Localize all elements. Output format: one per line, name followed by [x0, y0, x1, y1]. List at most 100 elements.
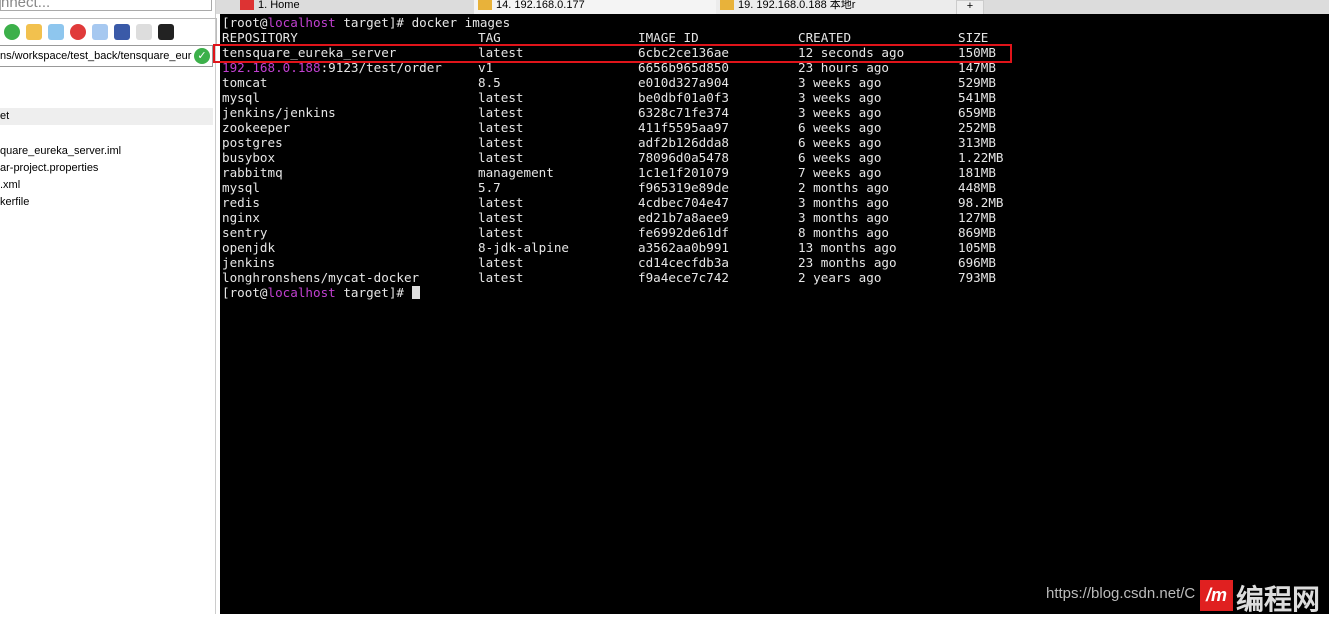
- cell: 7 weeks ago: [798, 165, 882, 180]
- cell: mysql: [222, 180, 260, 195]
- cell: 529MB: [958, 75, 996, 90]
- cell: be0dbf01a0f3: [638, 90, 729, 105]
- cell: a3562aa0b991: [638, 240, 729, 255]
- cell: 659MB: [958, 105, 996, 120]
- table-row: postgres latest adf2b126dda8 6 weeks ago 313…: [222, 135, 1322, 150]
- table-row: openjdk 8-jdk-alpine a3562aa0b991 13 months…: [222, 240, 1322, 255]
- cell: 1c1e1f201079: [638, 165, 729, 180]
- cell: latest: [478, 135, 524, 150]
- session-icon: [720, 0, 734, 10]
- terminal[interactable]: [root@localhost target]# docker images R…: [213, 14, 1329, 614]
- cell: latest: [478, 90, 524, 105]
- cell: 793MB: [958, 270, 996, 285]
- cell: jenkins: [222, 255, 276, 270]
- cell: latest: [478, 225, 524, 240]
- file-item[interactable]: kerfile: [0, 196, 29, 208]
- file-item[interactable]: quare_eureka_server.iml: [0, 145, 121, 157]
- logo-text: 编程网: [1236, 584, 1321, 615]
- tab-label: 1. Home: [258, 0, 300, 11]
- table-row: jenkins/jenkins latest 6328c71fe374 3 weeks…: [222, 105, 1322, 120]
- cell: 448MB: [958, 180, 996, 195]
- cell: f9a4ece7c742: [638, 270, 729, 285]
- cell: latest: [478, 105, 524, 120]
- cell: 696MB: [958, 255, 996, 270]
- magic-wand-icon[interactable]: [136, 24, 152, 40]
- prompt-line: [root@localhost target]# docker images: [222, 15, 511, 30]
- session-icon: [478, 0, 492, 10]
- new-folder-icon[interactable]: [26, 24, 42, 40]
- file-item[interactable]: ar-project.properties: [0, 162, 98, 174]
- cell: ed21b7a8aee9: [638, 210, 729, 225]
- properties-icon[interactable]: [114, 24, 130, 40]
- cell: latest: [478, 150, 524, 165]
- cell: latest: [478, 120, 524, 135]
- path-field[interactable]: ns/workspace/test_back/tensquare_eur ✓: [0, 45, 213, 67]
- tab-home[interactable]: 1. Home: [236, 0, 458, 14]
- table-row: nginx latest ed21b7a8aee9 3 months ago 127MB: [222, 210, 1322, 225]
- cell: 8 months ago: [798, 225, 889, 240]
- cell: longhronshens/mycat-docker: [222, 270, 420, 285]
- file-item[interactable]: .xml: [0, 179, 20, 191]
- cell: 313MB: [958, 135, 996, 150]
- table-row: redis latest 4cdbec704e47 3 months ago 98.2M…: [222, 195, 1322, 210]
- cell: 5.7: [478, 180, 501, 195]
- cell: 2 months ago: [798, 180, 889, 195]
- cell: 181MB: [958, 165, 996, 180]
- cell: 1.22MB: [958, 150, 1004, 165]
- cell: 6328c71fe374: [638, 105, 729, 120]
- connect-input[interactable]: nnect...: [0, 0, 212, 11]
- refresh-icon[interactable]: [4, 24, 20, 40]
- table-row: mysql latest be0dbf01a0f3 3 weeks ago 541MB: [222, 90, 1322, 105]
- cursor: [411, 286, 420, 299]
- cell: 6 weeks ago: [798, 135, 882, 150]
- cell: management: [478, 165, 554, 180]
- new-file-icon[interactable]: [48, 24, 64, 40]
- terminal-icon[interactable]: [158, 24, 174, 40]
- watermark-url: https://blog.csdn.net/C: [1046, 585, 1196, 602]
- cell: 3 weeks ago: [798, 75, 882, 90]
- tab-bar: 1. Home 14. 192.168.0.177× 19. 192.168.0…: [216, 0, 1329, 16]
- cell: jenkins/jenkins: [222, 105, 336, 120]
- cell: 3 months ago: [798, 195, 889, 210]
- cell: 6 weeks ago: [798, 150, 882, 165]
- cell: latest: [478, 195, 524, 210]
- selected-folder[interactable]: et: [0, 108, 213, 125]
- cell: latest: [478, 210, 524, 225]
- cell: 4cdbec704e47: [638, 195, 729, 210]
- cell: 3 months ago: [798, 210, 889, 225]
- cell: 541MB: [958, 90, 996, 105]
- cell: 78096d0a5478: [638, 150, 729, 165]
- cell: f965319e89de: [638, 180, 729, 195]
- toolbar: [0, 18, 217, 46]
- table-header: REPOSITORY TAG IMAGE ID CREATED SIZE: [222, 30, 989, 45]
- cell: postgres: [222, 135, 283, 150]
- cell: rabbitmq: [222, 165, 283, 180]
- file-panel: nnect... ns/workspace/test_back/tensquar…: [0, 0, 217, 614]
- table-row: busybox latest 78096d0a5478 6 weeks ago 1.22…: [222, 150, 1322, 165]
- cell: 3 weeks ago: [798, 90, 882, 105]
- table-row: rabbitmq management 1c1e1f201079 7 weeks ag…: [222, 165, 1322, 180]
- check-icon[interactable]: ✓: [194, 48, 210, 64]
- cell: latest: [478, 270, 524, 285]
- cell: redis: [222, 195, 260, 210]
- cell: busybox: [222, 150, 276, 165]
- tab-label: 19. 192.168.0.188 本地r: [738, 0, 856, 11]
- cell: 869MB: [958, 225, 996, 240]
- cell: openjdk: [222, 240, 276, 255]
- cell: adf2b126dda8: [638, 135, 729, 150]
- tab-session-19[interactable]: 19. 192.168.0.188 本地r: [716, 0, 968, 14]
- table-row: jenkins latest cd14cecfdb3a 23 months ago 69…: [222, 255, 1322, 270]
- cell: mysql: [222, 90, 260, 105]
- cell: 2 years ago: [798, 270, 882, 285]
- table-row: sentry latest fe6992de61df 8 months ago 869M…: [222, 225, 1322, 240]
- cell: zookeeper: [222, 120, 291, 135]
- cell: 105MB: [958, 240, 996, 255]
- cell: 252MB: [958, 120, 996, 135]
- tab-session-14[interactable]: 14. 192.168.0.177×: [474, 0, 726, 14]
- cell: e010d327a904: [638, 75, 729, 90]
- delete-icon[interactable]: [70, 24, 86, 40]
- home-icon: [240, 0, 254, 10]
- cell: sentry: [222, 225, 268, 240]
- rename-icon[interactable]: [92, 24, 108, 40]
- highlight-box: [213, 44, 1012, 63]
